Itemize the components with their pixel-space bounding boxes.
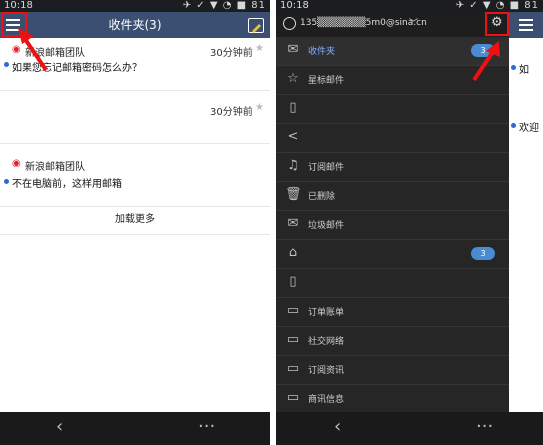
- preview-text: 欢迎: [519, 123, 539, 134]
- drawer-item-label: 商讯信息: [308, 395, 345, 405]
- status-bar: 10:18 ✈ ✓ ▼ ◔ ■ 81: [276, 0, 543, 12]
- load-more-label: 加载更多: [115, 214, 155, 225]
- unread-dot: [4, 179, 9, 184]
- document-icon: ▯: [289, 100, 297, 115]
- drawer-item-promotions[interactable]: ▭ 商讯信息: [276, 385, 509, 414]
- toolbar-peek: [509, 12, 543, 38]
- drawer-item-sent[interactable]: <: [276, 124, 509, 153]
- folder-icon: ▭: [286, 332, 300, 347]
- drawer-item-label: 订单账单: [308, 308, 345, 318]
- navigation-bar: ‹ ···: [276, 412, 543, 445]
- unread-dot: [511, 65, 516, 70]
- list-item[interactable]: ◉ 新浪邮箱团队 不在电脑前，这样用邮箱: [0, 144, 270, 207]
- envelope-icon: ✉: [287, 42, 299, 57]
- star-icon[interactable]: ★: [255, 43, 264, 54]
- unread-dot: [4, 62, 9, 67]
- avatar-icon[interactable]: [283, 17, 296, 30]
- page-title: 收件夹(3): [108, 18, 162, 32]
- drawer-item-label: 收件夹: [308, 47, 336, 57]
- more-icon[interactable]: ···: [198, 416, 215, 437]
- unread-dot: [511, 123, 516, 128]
- eye-icon: ◉: [12, 158, 21, 169]
- navigation-bar: ‹ ···: [0, 412, 270, 445]
- doc-outline-icon: ▯: [289, 274, 297, 289]
- folder-icon: ▭: [286, 390, 300, 405]
- sender-name: 新浪邮箱团队: [25, 162, 85, 173]
- status-time: 10:18: [4, 0, 33, 11]
- folder-icon: ▭: [286, 361, 300, 376]
- drawer-item-label: 已删除: [308, 192, 336, 202]
- preview-text: 如: [519, 65, 529, 76]
- drawer-item-label: 社交网络: [308, 337, 345, 347]
- load-more-button[interactable]: 加载更多: [0, 206, 270, 235]
- drawer-item-documents[interactable]: ▯: [276, 269, 509, 298]
- status-icons: ✈ ✓ ▼ ◔ ■ 81: [455, 0, 539, 11]
- spam-envelope-icon: ✉: [287, 216, 299, 231]
- count-badge: 3: [471, 247, 495, 260]
- menu-icon[interactable]: [519, 16, 533, 34]
- folder-icon: ▭: [286, 303, 300, 318]
- drawer-item-deleted[interactable]: 🗑 已删除: [276, 182, 509, 211]
- star-icon[interactable]: ★: [255, 102, 264, 113]
- back-icon[interactable]: ‹: [334, 416, 341, 437]
- chevron-down-icon[interactable]: ﹀: [409, 16, 418, 29]
- annotation-arrow: [18, 28, 48, 72]
- right-screen: 10:18 ✈ ✓ ▼ ◔ ■ 81 如 欢迎 135▒▒▒▒▒▒▒5m0@si…: [276, 0, 543, 445]
- timestamp: 30分钟前: [210, 107, 253, 118]
- trash-icon: 🗑: [285, 187, 302, 202]
- bell-icon: ♫: [287, 158, 299, 173]
- status-icons: ✈ ✓ ▼ ◔ ■ 81: [182, 0, 266, 11]
- annotation-arrow: [472, 41, 500, 82]
- drawer-item-bills[interactable]: ▭ 订单账单: [276, 298, 509, 327]
- highlight-box: [485, 12, 509, 36]
- drawer-item-attachments[interactable]: ⌂ 3: [276, 240, 509, 269]
- drawer-item-label: 星标邮件: [308, 76, 345, 86]
- list-item[interactable]: 30分钟前 ★: [0, 91, 270, 144]
- drawer-item-social[interactable]: ▭ 社交网络: [276, 327, 509, 356]
- status-bar: 10:18 ✈ ✓ ▼ ◔ ■ 81: [0, 0, 270, 12]
- back-icon[interactable]: ‹: [56, 416, 63, 437]
- drawer-item-newsletters[interactable]: ▭ 订阅资讯: [276, 356, 509, 385]
- more-icon[interactable]: ···: [476, 416, 493, 437]
- star-icon: ☆: [287, 71, 299, 86]
- compose-icon[interactable]: [248, 18, 264, 33]
- preview-text: 不在电脑前，这样用邮箱: [12, 179, 122, 190]
- drawer-header: 135▒▒▒▒▒▒▒5m0@sina.cn ﹀ ⚙: [276, 12, 509, 37]
- drawer-item-spam[interactable]: ✉ 垃圾邮件: [276, 211, 509, 240]
- status-time: 10:18: [280, 0, 309, 11]
- account-email[interactable]: 135▒▒▒▒▒▒▒5m0@sina.cn: [300, 18, 427, 28]
- clip-icon: ⌂: [288, 245, 298, 260]
- drawer-item-subscriptions[interactable]: ♫ 订阅邮件: [276, 153, 509, 182]
- drawer-item-label: 订阅邮件: [308, 163, 345, 173]
- send-icon: <: [287, 129, 299, 144]
- drawer-item-label: 订阅资讯: [308, 366, 345, 376]
- left-screen: 10:18 ✈ ✓ ▼ ◔ ■ 81 收件夹(3) ◉ 新浪邮箱团队 30分钟前…: [0, 0, 270, 445]
- drawer-item-label: 垃圾邮件: [308, 221, 345, 231]
- timestamp: 30分钟前: [210, 48, 253, 59]
- drawer-item-drafts[interactable]: ▯: [276, 95, 509, 124]
